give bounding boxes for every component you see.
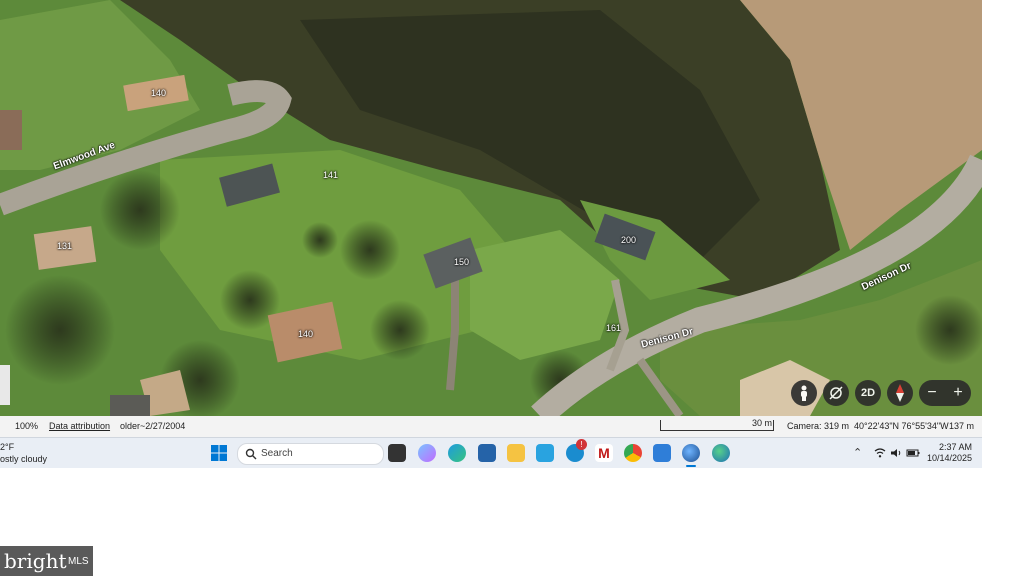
file-explorer-icon[interactable]: [507, 444, 525, 462]
elevation: 137 m: [949, 421, 975, 431]
satellite-map[interactable]: 140 141 131 150 200 140 161 Elmwood Ave …: [0, 0, 982, 416]
compass-icon: [896, 384, 904, 402]
no-tilt-icon: [829, 386, 843, 400]
calculator-icon[interactable]: [653, 444, 671, 462]
mcafee-icon[interactable]: M: [595, 444, 613, 462]
search-icon: [245, 448, 257, 460]
clock-date: 10/14/2025: [926, 453, 972, 463]
watermark-text: bright: [4, 549, 67, 573]
imagery-date: older~2/27/2004: [120, 421, 186, 431]
house-number-label: 141: [323, 170, 339, 180]
data-attribution-link[interactable]: Data attribution: [49, 421, 110, 431]
edge-browser-icon[interactable]: [448, 444, 466, 462]
brightmls-watermark: bright MLS: [0, 546, 93, 576]
house-number-label: 150: [454, 257, 470, 267]
google-earth-icon[interactable]: [682, 444, 700, 462]
house-number-label: 200: [621, 235, 637, 245]
chrome-icon[interactable]: [624, 444, 642, 462]
view-mode-button[interactable]: 2D: [855, 380, 881, 406]
app-with-notification-icon[interactable]: !: [566, 439, 587, 462]
coordinates: 40°22'43"N 76°55'34"W: [854, 421, 949, 431]
scale-label: 30 m: [752, 418, 773, 428]
wifi-icon[interactable]: [874, 448, 886, 458]
camera-altitude: Camera: 319 m: [787, 421, 850, 431]
zoom-level: 100%: [15, 421, 39, 431]
compass-button[interactable]: [887, 380, 913, 406]
search-placeholder: Search: [261, 448, 293, 459]
zoom-control: − +: [919, 380, 971, 406]
clock-time: 2:37 AM: [938, 442, 972, 452]
globe-app-icon[interactable]: [712, 444, 730, 462]
chevron-up-icon[interactable]: ⌃: [853, 446, 862, 459]
house-number-label: 161: [606, 323, 622, 333]
house-number-label: 131: [57, 241, 73, 251]
tilt-toggle-button[interactable]: [823, 380, 849, 406]
weather-widget[interactable]: 2°F ostly cloudy: [0, 441, 47, 465]
battery-icon[interactable]: [906, 448, 920, 458]
watermark-suffix: MLS: [68, 556, 89, 567]
weather-desc: ostly cloudy: [0, 454, 48, 464]
notification-badge: !: [576, 439, 587, 450]
zoom-in-button[interactable]: +: [945, 380, 971, 406]
zoom-out-button[interactable]: −: [919, 380, 945, 406]
mail-app-icon[interactable]: [536, 444, 554, 462]
clock[interactable]: 2:37 AM 10/14/2025: [926, 442, 972, 464]
windows-icon: [211, 445, 227, 461]
house-number-label: 140: [151, 88, 167, 98]
speaker-icon[interactable]: [890, 448, 902, 458]
status-bar: 100% Data attribution older~2/27/2004 30…: [0, 416, 982, 437]
task-view-icon[interactable]: [388, 444, 406, 462]
pegman-icon: [801, 385, 807, 401]
map-imagery: [0, 0, 982, 416]
store-icon[interactable]: [478, 444, 496, 462]
taskbar: 2°F ostly cloudy Search ! M ⌃ 2:37 AM 10…: [0, 437, 982, 468]
house-number-label: 140: [298, 329, 314, 339]
search-box[interactable]: Search: [237, 443, 384, 465]
copilot-icon[interactable]: [418, 444, 436, 462]
active-app-indicator: [686, 465, 696, 467]
start-button[interactable]: [211, 445, 227, 461]
street-view-button[interactable]: [791, 380, 817, 406]
weather-temp: 2°F: [0, 442, 15, 452]
